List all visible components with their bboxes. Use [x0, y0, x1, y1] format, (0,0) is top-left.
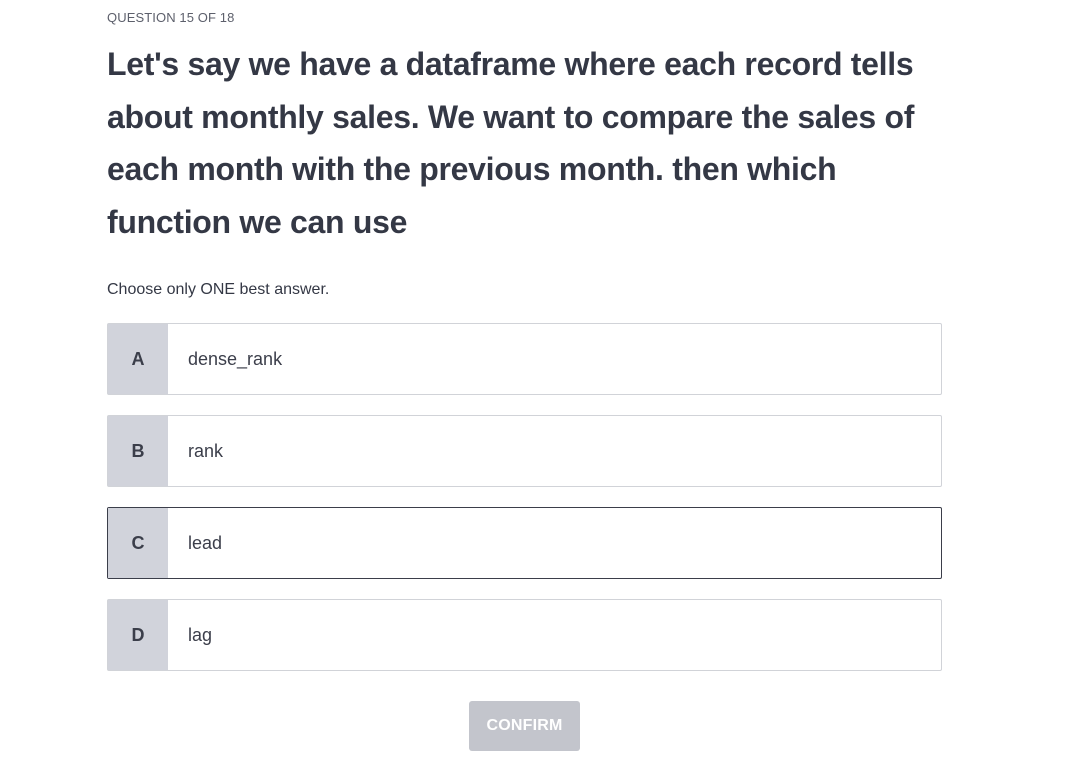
answer-option-d[interactable]: D lag [107, 599, 942, 671]
answer-option-a[interactable]: A dense_rank [107, 323, 942, 395]
option-letter: A [108, 324, 168, 394]
option-letter: C [108, 508, 168, 578]
answer-option-b[interactable]: B rank [107, 415, 942, 487]
option-label: lag [188, 624, 213, 645]
answer-instruction: Choose only ONE best answer. [107, 281, 330, 298]
answer-option-c[interactable]: C lead [107, 507, 942, 579]
question-counter: QUESTION 15 OF 18 [107, 10, 235, 25]
option-label: lead [188, 532, 223, 553]
option-letter: D [108, 600, 168, 670]
option-label: rank [188, 440, 224, 461]
option-letter: B [108, 416, 168, 486]
confirm-button[interactable]: CONFIRM [469, 701, 580, 751]
option-label: dense_rank [188, 348, 283, 369]
question-text: Let's say we have a dataframe where each… [107, 46, 915, 240]
quiz-page: QUESTION 15 OF 18 Let's say we have a da… [0, 0, 1090, 766]
